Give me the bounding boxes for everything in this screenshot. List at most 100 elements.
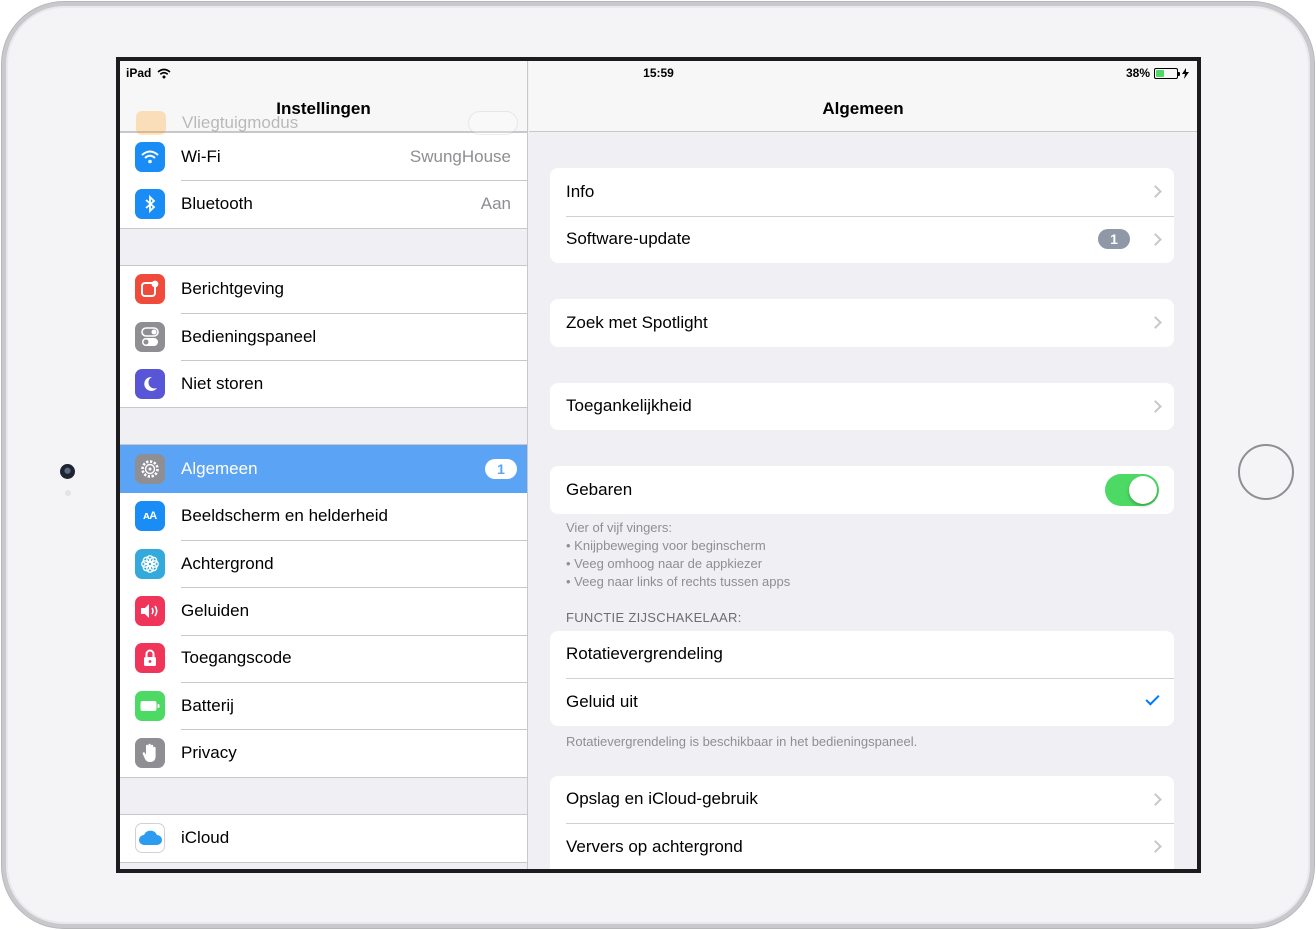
- sidebar-item-privacy[interactable]: Privacy: [120, 729, 527, 777]
- battery-indicator-icon: [1154, 67, 1180, 79]
- settings-group: Wi-Fi SwungHouse Bluetooth Aan: [120, 132, 527, 229]
- gestures-group: Gebaren: [550, 466, 1174, 514]
- storage-row[interactable]: Opslag en iCloud-gebruik: [550, 776, 1174, 824]
- chevron-right-icon: [1149, 399, 1162, 413]
- sidebar-item-label: iCloud: [181, 828, 230, 848]
- spotlight-label: Zoek met Spotlight: [566, 312, 708, 332]
- toggle-knob: [1129, 475, 1157, 504]
- screen-content: iPad 15:59 38% Vliegtuigmodus Instelling…: [120, 61, 1197, 869]
- settings-group: Berichtgeving Bedieningspaneel Niet storen: [120, 264, 527, 409]
- sidebar-item-value: Aan: [480, 193, 511, 213]
- sidebar-item-label: Bedieningspaneel: [181, 326, 317, 346]
- wifi-icon: [135, 141, 165, 172]
- sidebar-item-beeldscherm-en-helderheid[interactable]: ᴀA Beeldscherm en helderheid: [120, 492, 527, 541]
- sidebar-item-icloud[interactable]: iCloud: [120, 814, 527, 862]
- notification-badge: 1: [485, 459, 517, 480]
- sidebar-item-algemeen[interactable]: Algemeen 1: [120, 445, 527, 493]
- mute-row[interactable]: Geluid uit: [550, 678, 1174, 726]
- side-switch-group: Rotatievergrendeling Geluid uit: [550, 630, 1174, 726]
- rotation-lock-row[interactable]: Rotatievergrendeling: [550, 631, 1174, 679]
- status-bar: iPad 15:59 38%: [120, 61, 1197, 83]
- sidebar-item-label: Bluetooth: [181, 193, 253, 213]
- gestures-note-line: • Veeg omhoog naar de appkiezer: [566, 555, 763, 571]
- display-icon: ᴀA: [135, 501, 165, 532]
- sidebar-item-label: Algemeen: [181, 459, 258, 479]
- settings-list: Wi-Fi SwungHouse Bluetooth Aan Berichtgeving…: [120, 132, 527, 863]
- background-refresh-row[interactable]: Ververs op achtergrond: [550, 823, 1174, 869]
- sidebar-item-label: Beeldscherm en helderheid: [181, 506, 388, 526]
- sidebar-item-wi-fi[interactable]: Wi-Fi SwungHouse: [120, 133, 527, 181]
- charging-bolt-icon: [1182, 67, 1189, 79]
- side-switch-footnote: Rotatievergrendeling is beschikbaar in h…: [566, 733, 918, 749]
- gestures-toggle[interactable]: [1105, 473, 1159, 506]
- background-refresh-label: Ververs op achtergrond: [566, 836, 743, 856]
- sidebar-item-label: Achtergrond: [181, 553, 274, 573]
- storage-label: Opslag en iCloud-gebruik: [566, 789, 758, 809]
- spotlight-row[interactable]: Zoek met Spotlight: [550, 299, 1174, 347]
- gestures-note-line: • Knijpbeweging voor beginscherm: [566, 537, 766, 553]
- settings-sidebar: Vliegtuigmodus Instellingen Wi-Fi SwungHo…: [120, 61, 528, 869]
- sidebar-item-label: Toegangscode: [181, 648, 292, 668]
- general-settings-list: Info Software-update 1 Zoek met Spotligh…: [550, 168, 1174, 869]
- chevron-right-icon: [1149, 185, 1162, 199]
- sidebar-item-bluetooth[interactable]: Bluetooth Aan: [120, 180, 527, 228]
- rotation-lock-label: Rotatievergrendeling: [566, 644, 723, 664]
- info-label: Info: [566, 181, 595, 201]
- gestures-note-line: Vier of vijf vingers:: [566, 519, 672, 535]
- info-group: Info Software-update 1: [550, 168, 1174, 263]
- software-update-row[interactable]: Software-update 1: [550, 215, 1174, 264]
- sidebar-item-berichtgeving[interactable]: Berichtgeving: [120, 265, 527, 313]
- software-update-label: Software-update: [566, 229, 691, 249]
- chevron-right-icon: [1149, 792, 1162, 806]
- moon-icon: [135, 368, 165, 399]
- sidebar-title: Instellingen: [276, 99, 371, 118]
- general-detail-pane: Algemeen Info Software-update 1 Zoek met…: [529, 61, 1197, 869]
- detail-title: Algemeen: [822, 99, 904, 118]
- speaker-icon: [135, 596, 165, 627]
- sidebar-item-bedieningspaneel[interactable]: Bedieningspaneel: [120, 312, 527, 361]
- bluetooth-icon: [135, 188, 165, 219]
- chevron-right-icon: [1149, 840, 1162, 854]
- sidebar-item-label: Wi-Fi: [181, 146, 221, 166]
- storage-group: Opslag en iCloud-gebruik Ververs op acht…: [550, 775, 1174, 869]
- sidebar-item-geluiden[interactable]: Geluiden: [120, 587, 527, 635]
- sidebar-item-label: Berichtgeving: [181, 279, 285, 299]
- sidebar-item-toegangscode[interactable]: Toegangscode: [120, 634, 527, 682]
- gestures-row: Gebaren: [550, 466, 1174, 514]
- control-center-icon: [135, 321, 165, 352]
- side-switch-header: FUNCTIE ZIJSCHAKELAAR:: [566, 609, 742, 625]
- update-count-badge: 1: [1098, 229, 1130, 250]
- chevron-right-icon: [1149, 232, 1162, 246]
- sidebar-item-batterij[interactable]: Batterij: [120, 681, 527, 730]
- cloud-icon: [135, 823, 165, 854]
- home-button[interactable]: [1238, 444, 1294, 500]
- sidebar-item-niet-storen[interactable]: Niet storen: [120, 360, 527, 408]
- battery-icon: [135, 690, 165, 721]
- sidebar-item-label: Batterij: [181, 695, 234, 715]
- spotlight-group: Zoek met Spotlight: [550, 299, 1174, 347]
- notifications-icon: [135, 274, 165, 305]
- wallpaper-icon: [135, 548, 165, 579]
- settings-group: iCloud: [120, 813, 527, 863]
- gestures-footnote: Vier of vijf vingers: • Knijpbeweging vo…: [550, 514, 1174, 591]
- sidebar-item-label: Privacy: [181, 742, 237, 762]
- gestures-label: Gebaren: [566, 479, 633, 499]
- sidebar-item-label: Geluiden: [181, 601, 250, 621]
- hand-icon: [135, 737, 165, 768]
- sidebar-item-achtergrond[interactable]: Achtergrond: [120, 540, 527, 588]
- checkmark-icon: [1145, 691, 1160, 706]
- mute-label: Geluid uit: [566, 691, 638, 711]
- accessibility-group: Toegankelijkheid: [550, 382, 1174, 431]
- battery-percent: 38%: [1125, 66, 1150, 80]
- screen: iPad 15:59 38% Vliegtuigmodus Instelling…: [116, 57, 1201, 873]
- sidebar-item-label: Niet storen: [181, 373, 264, 393]
- info-row[interactable]: Info: [550, 168, 1174, 216]
- gear-icon: [135, 454, 165, 485]
- settings-group: Algemeen 1 ᴀA Beeldscherm en helderheid Acht…: [120, 444, 527, 778]
- accessibility-row[interactable]: Toegankelijkheid: [550, 383, 1174, 431]
- sidebar-item-value: SwungHouse: [409, 146, 511, 166]
- clock: 15:59: [643, 66, 674, 80]
- front-camera: [60, 464, 75, 479]
